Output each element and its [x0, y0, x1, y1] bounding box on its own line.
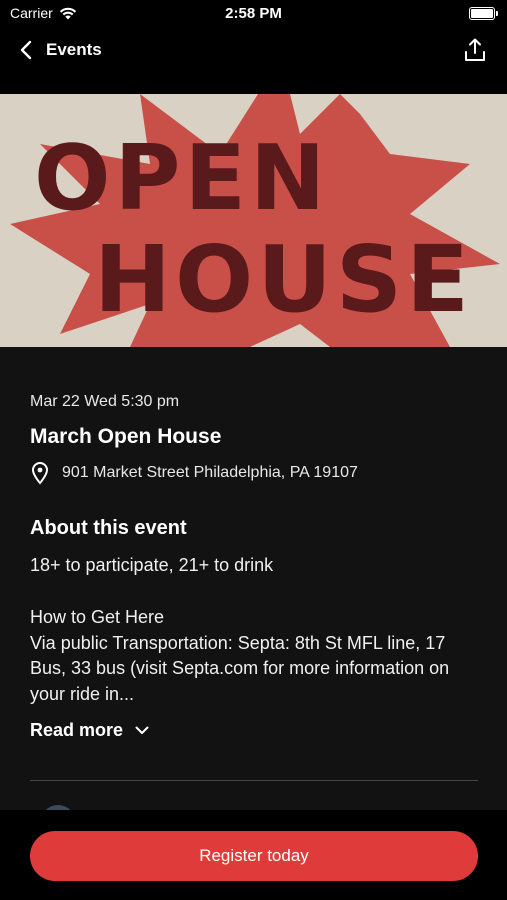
location-pin-icon — [31, 462, 49, 485]
hero-line-1: OPEN — [34, 126, 330, 231]
read-more-label: Read more — [30, 720, 124, 740]
age-requirement: 18+ to participate, 21+ to drink — [30, 555, 274, 575]
event-description: How to Get Here Via public Transportatio… — [30, 605, 480, 707]
share-icon — [465, 38, 485, 61]
bottom-action-bar: Register today — [0, 810, 507, 900]
read-more-button[interactable]: Read more — [30, 720, 149, 741]
chevron-down-icon — [135, 726, 149, 734]
description-heading: How to Get Here — [30, 607, 165, 627]
status-bar: Carrier 2:58 PM — [0, 0, 507, 28]
nav-bar: Events — [0, 28, 507, 72]
back-button[interactable]: Events — [20, 36, 102, 64]
event-location-text: 901 Market Street Philadelphia, PA 19107 — [62, 464, 358, 481]
battery-icon — [469, 7, 498, 20]
description-body: Via public Transportation: Septa: 8th St… — [30, 632, 450, 704]
register-button[interactable]: Register today — [30, 831, 478, 881]
event-location[interactable]: 901 Market Street Philadelphia, PA 19107 — [30, 461, 358, 485]
status-time: 2:58 PM — [225, 5, 282, 22]
about-heading: About this event — [30, 517, 187, 539]
share-button[interactable] — [461, 36, 489, 64]
event-details: Mar 22 Wed 5:30 pm March Open House 901 … — [0, 347, 507, 810]
hero-line-2: HOUSE — [94, 226, 474, 333]
section-divider — [30, 780, 478, 781]
event-title: March Open House — [30, 425, 222, 448]
event-hero-image: OPEN HOUSE — [0, 94, 507, 347]
nav-title: Events — [46, 40, 102, 59]
event-date: Mar 22 Wed 5:30 pm — [30, 393, 180, 410]
chevron-left-icon — [20, 40, 32, 60]
